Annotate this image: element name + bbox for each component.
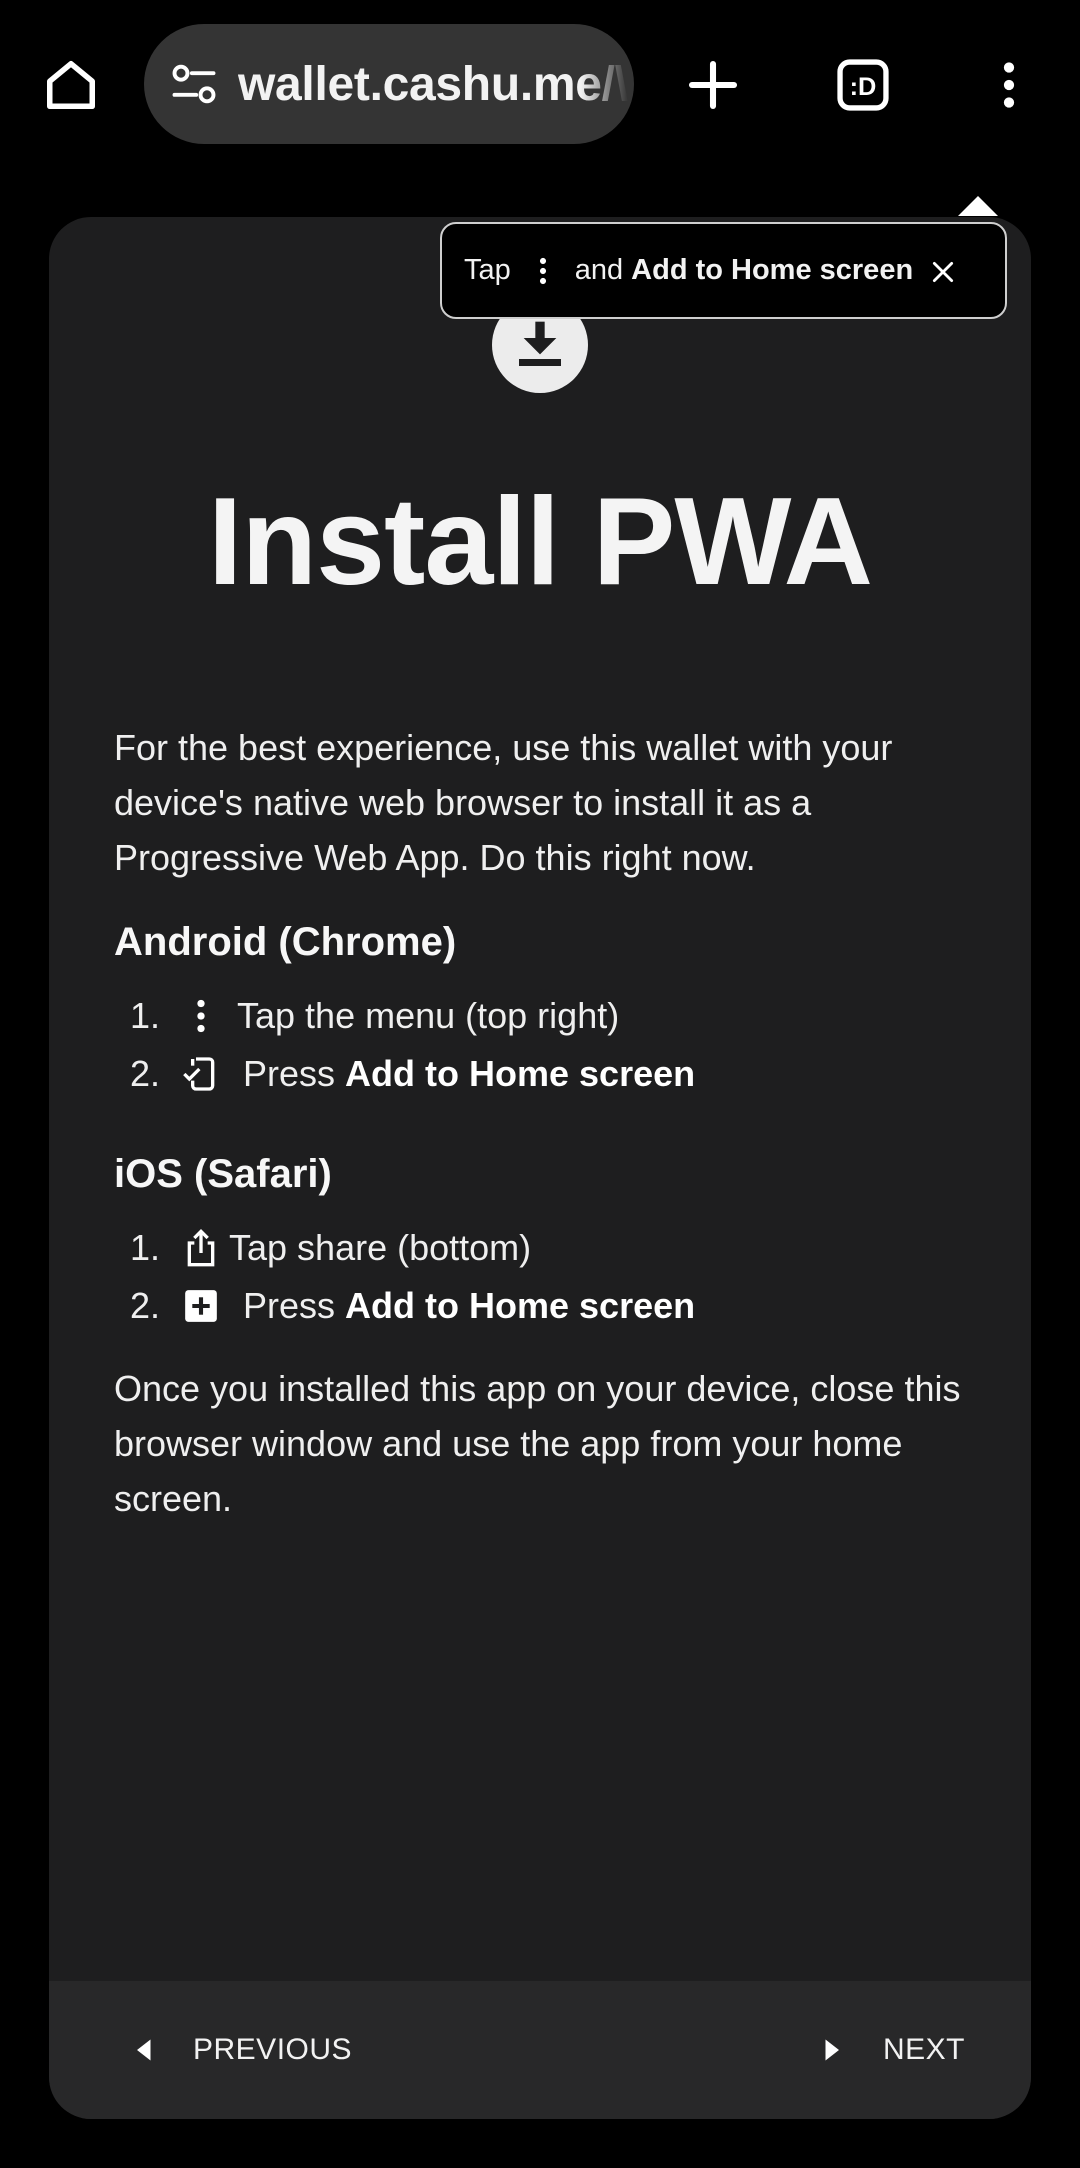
step-text: Tap share (bottom) (229, 1227, 532, 1268)
step-number: 1. (130, 1227, 161, 1268)
more-vert-icon (525, 251, 561, 291)
caret-left-icon (129, 2036, 157, 2064)
list-item: 2. Press Add to Home screen (114, 1045, 984, 1103)
home-icon (47, 61, 95, 109)
android-steps: 1. Tap the menu (top right) 2. Press Add… (114, 987, 984, 1103)
next-label: NEXT (882, 2033, 965, 2066)
browser-menu-button[interactable] (968, 44, 1050, 126)
add-box-icon (179, 1284, 223, 1328)
close-icon[interactable] (923, 252, 963, 292)
step-bold: Add to Home screen (345, 1053, 696, 1094)
new-tab-button[interactable] (672, 44, 754, 126)
tab-count: :D (850, 73, 877, 101)
list-item: 2. Press Add to Home screen (114, 1277, 984, 1335)
step-prefix: Press (243, 1285, 336, 1326)
page-title: Install PWA (207, 473, 873, 611)
plus-icon (688, 60, 738, 110)
step-number: 1. (130, 995, 161, 1036)
instructions: For the best experience, use this wallet… (114, 720, 984, 1526)
tab-switcher-button[interactable]: :D (822, 44, 904, 126)
step-text: Press Add to Home screen (243, 1053, 695, 1095)
step-number: 2. (130, 1285, 161, 1326)
caret-right-icon (819, 2036, 847, 2064)
intro-text: For the best experience, use this wallet… (114, 727, 893, 878)
previous-label: PREVIOUS (193, 2033, 353, 2066)
step-prefix: Press (243, 1053, 336, 1094)
hint-action: Add to Home screen (631, 254, 914, 286)
step-text: Tap the menu (top right) (237, 995, 620, 1036)
tab-switcher-icon: :D (837, 59, 889, 111)
ios-steps: 1. Tap share (bottom) 2. Press Add to Ho… (114, 1219, 984, 1335)
list-item: 1. Tap the menu (top right) (114, 987, 984, 1045)
outro-text: Once you installed this app on your devi… (114, 1368, 961, 1519)
home-button[interactable] (30, 44, 112, 126)
android-heading: Android (Chrome) (114, 920, 457, 964)
more-vert-icon (1003, 62, 1015, 108)
list-item: 1. Tap share (bottom) (114, 1219, 984, 1277)
step-text: Press Add to Home screen (243, 1285, 695, 1327)
hint-pointer (958, 196, 998, 216)
step-bold: Add to Home screen (345, 1285, 696, 1326)
hint-prefix: Tap (464, 254, 511, 286)
ios-share-icon (179, 1226, 223, 1270)
site-settings-icon[interactable] (168, 58, 220, 110)
hint-middle: and (574, 254, 624, 286)
add-to-home-screen-icon (179, 1052, 223, 1096)
card-footer: PREVIOUS NEXT (49, 1981, 1031, 2119)
address-bar[interactable]: wallet.cashu.me/\ (144, 24, 634, 144)
url-text: wallet.cashu.me/\ (238, 57, 628, 111)
step-number: 2. (130, 1053, 161, 1094)
install-hint-popup: Tap and Add to Home screen (440, 222, 1007, 319)
install-pwa-card: Install PWA For the best experience, use… (49, 217, 1031, 2119)
previous-button[interactable]: PREVIOUS (129, 2015, 352, 2085)
more-vert-icon (179, 994, 223, 1038)
ios-heading: iOS (Safari) (114, 1152, 332, 1196)
next-button[interactable]: NEXT (819, 2015, 965, 2085)
browser-toolbar: wallet.cashu.me/\ :D (0, 0, 1080, 170)
